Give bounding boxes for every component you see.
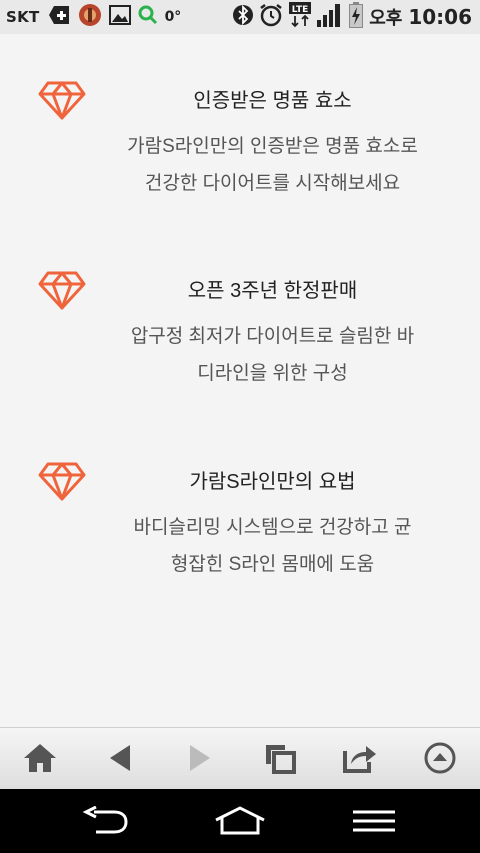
clock: 10:06 [408, 5, 472, 29]
share-button[interactable] [338, 738, 382, 778]
feature-description-line: 디라인을 위한 구성 [197, 363, 348, 384]
windows-button[interactable] [258, 738, 302, 778]
nav-back-button[interactable] [75, 803, 135, 839]
home-icon [215, 806, 265, 835]
scroll-up-icon [424, 742, 456, 774]
image-icon [108, 5, 131, 29]
signal-icon [317, 3, 343, 31]
forward-button[interactable] [178, 738, 222, 778]
feature-description-line: 압구정 최저가 다이어트로 슬림한 바 [130, 326, 415, 347]
system-nav-bar [0, 789, 480, 853]
search-icon [138, 5, 158, 29]
medical-cross-icon [47, 4, 71, 30]
back-button[interactable] [98, 738, 142, 778]
feature-description-line: 바디슬리밍 시스템으로 건강하고 균 [133, 517, 412, 538]
back-icon [110, 745, 130, 771]
status-bar: SKT 0° LTE 오후 10:06 [0, 0, 480, 34]
network-label: LTE [292, 5, 309, 15]
page-content: 인증받은 명품 효소 가람S라인만의 인증받은 명품 효소로 건강한 다이어트를… [0, 34, 480, 727]
back-icon [82, 806, 128, 834]
battery-icon [349, 2, 364, 32]
temperature-label: 0° [164, 9, 182, 25]
alarm-icon [259, 3, 283, 31]
feature-description: 가람S라인만의 인증받은 명품 효소로 건강한 다이어트를 시작해보세요 [100, 128, 445, 202]
app-icon [78, 3, 102, 31]
nav-menu-button[interactable] [344, 803, 404, 839]
scroll-up-button[interactable] [418, 738, 462, 778]
home-button[interactable] [18, 738, 62, 778]
menu-icon [353, 810, 395, 832]
feature-title: 가람S라인만의 요법 [189, 471, 356, 493]
diamond-icon [38, 81, 86, 120]
diamond-icon [38, 271, 86, 310]
feature-description: 바디슬리밍 시스템으로 건강하고 균 형잡힌 S라인 몸매에 도움 [100, 509, 445, 583]
lte-icon: LTE [289, 2, 312, 32]
forward-icon [190, 745, 210, 771]
feature-title: 오픈 3주년 한정판매 [187, 280, 358, 302]
windows-icon [266, 745, 296, 774]
browser-toolbar [0, 727, 480, 789]
feature-description-line: 가람S라인만의 인증받은 명품 효소로 [127, 136, 418, 157]
home-icon [24, 744, 56, 772]
feature-description-line: 건강한 다이어트를 시작해보세요 [144, 173, 401, 194]
time-ampm: 오후 [369, 8, 403, 29]
share-icon [343, 746, 376, 773]
feature-description: 압구정 최저가 다이어트로 슬림한 바 디라인을 위한 구성 [100, 318, 445, 392]
nav-home-button[interactable] [210, 803, 270, 839]
carrier-label: SKT [6, 8, 40, 26]
feature-description-line: 형잡힌 S라인 몸매에 도움 [170, 554, 375, 575]
diamond-icon [38, 462, 86, 501]
bluetooth-icon [233, 3, 254, 31]
feature-title: 인증받은 명품 효소 [193, 90, 352, 112]
